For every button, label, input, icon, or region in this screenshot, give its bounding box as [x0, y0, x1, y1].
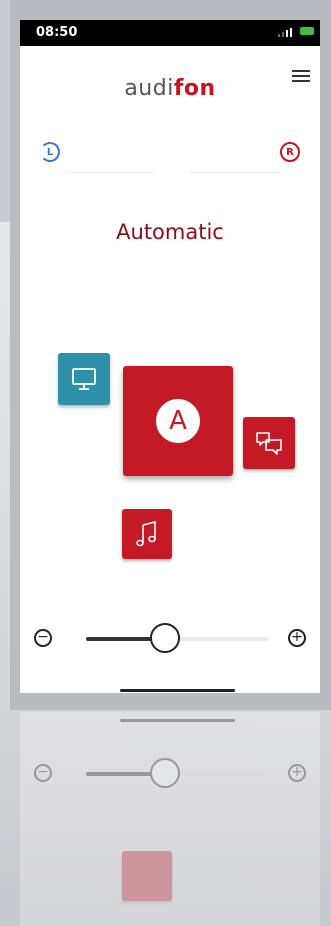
program-automatic-button[interactable]: A: [123, 366, 233, 476]
minus-icon: −: [37, 629, 49, 645]
plus-icon: +: [291, 629, 303, 645]
reflection-track: [86, 758, 269, 788]
reflection-plus-icon: +: [288, 764, 306, 782]
left-ear-label: L: [46, 146, 54, 158]
right-ear-button[interactable]: R: [280, 142, 300, 162]
volume-plus-button[interactable]: +: [288, 629, 306, 647]
automatic-letter: A: [169, 406, 187, 436]
status-time: 08:50: [36, 25, 78, 40]
screen-reflection: − +: [20, 712, 320, 926]
program-tv-button[interactable]: [58, 353, 110, 405]
right-ear-label: R: [286, 146, 294, 158]
program-title: Automatic: [116, 220, 224, 244]
left-ear-button[interactable]: L: [40, 142, 60, 162]
battery-icon: [300, 27, 314, 35]
reflection-volume-slider: − +: [20, 758, 320, 790]
reflection-thumb: [149, 758, 180, 788]
hamburger-menu-icon[interactable]: [292, 68, 310, 84]
brand-logo: audifon: [20, 76, 320, 101]
reflection-music-icon: [122, 851, 172, 901]
music-note-icon: [136, 520, 156, 547]
logo-text: audi: [124, 76, 174, 101]
letter-a-icon: A: [156, 399, 200, 443]
program-conversation-button[interactable]: [243, 417, 295, 469]
left-divider: [65, 172, 155, 173]
logo-accent-text: fon: [173, 76, 216, 101]
monitor-icon: [72, 368, 96, 390]
volume-minus-button[interactable]: −: [34, 629, 52, 647]
volume-track[interactable]: [86, 623, 269, 653]
home-indicator: [120, 689, 235, 692]
right-divider: [190, 172, 280, 173]
speech-bubbles-icon: [256, 432, 282, 455]
reflection-home-indicator: [120, 719, 235, 722]
signal-icon: [278, 28, 292, 37]
volume-slider[interactable]: − +: [20, 623, 320, 655]
status-bar: 08:50: [20, 20, 320, 46]
volume-thumb[interactable]: [149, 623, 180, 653]
reflection-plus-glyph: +: [291, 764, 303, 780]
app-screen: 08:50 audifon L R Automatic A − +: [20, 20, 320, 693]
program-music-button[interactable]: [122, 509, 172, 559]
reflection-minus-icon: −: [34, 764, 52, 782]
reflection-minus-glyph: −: [37, 764, 49, 780]
